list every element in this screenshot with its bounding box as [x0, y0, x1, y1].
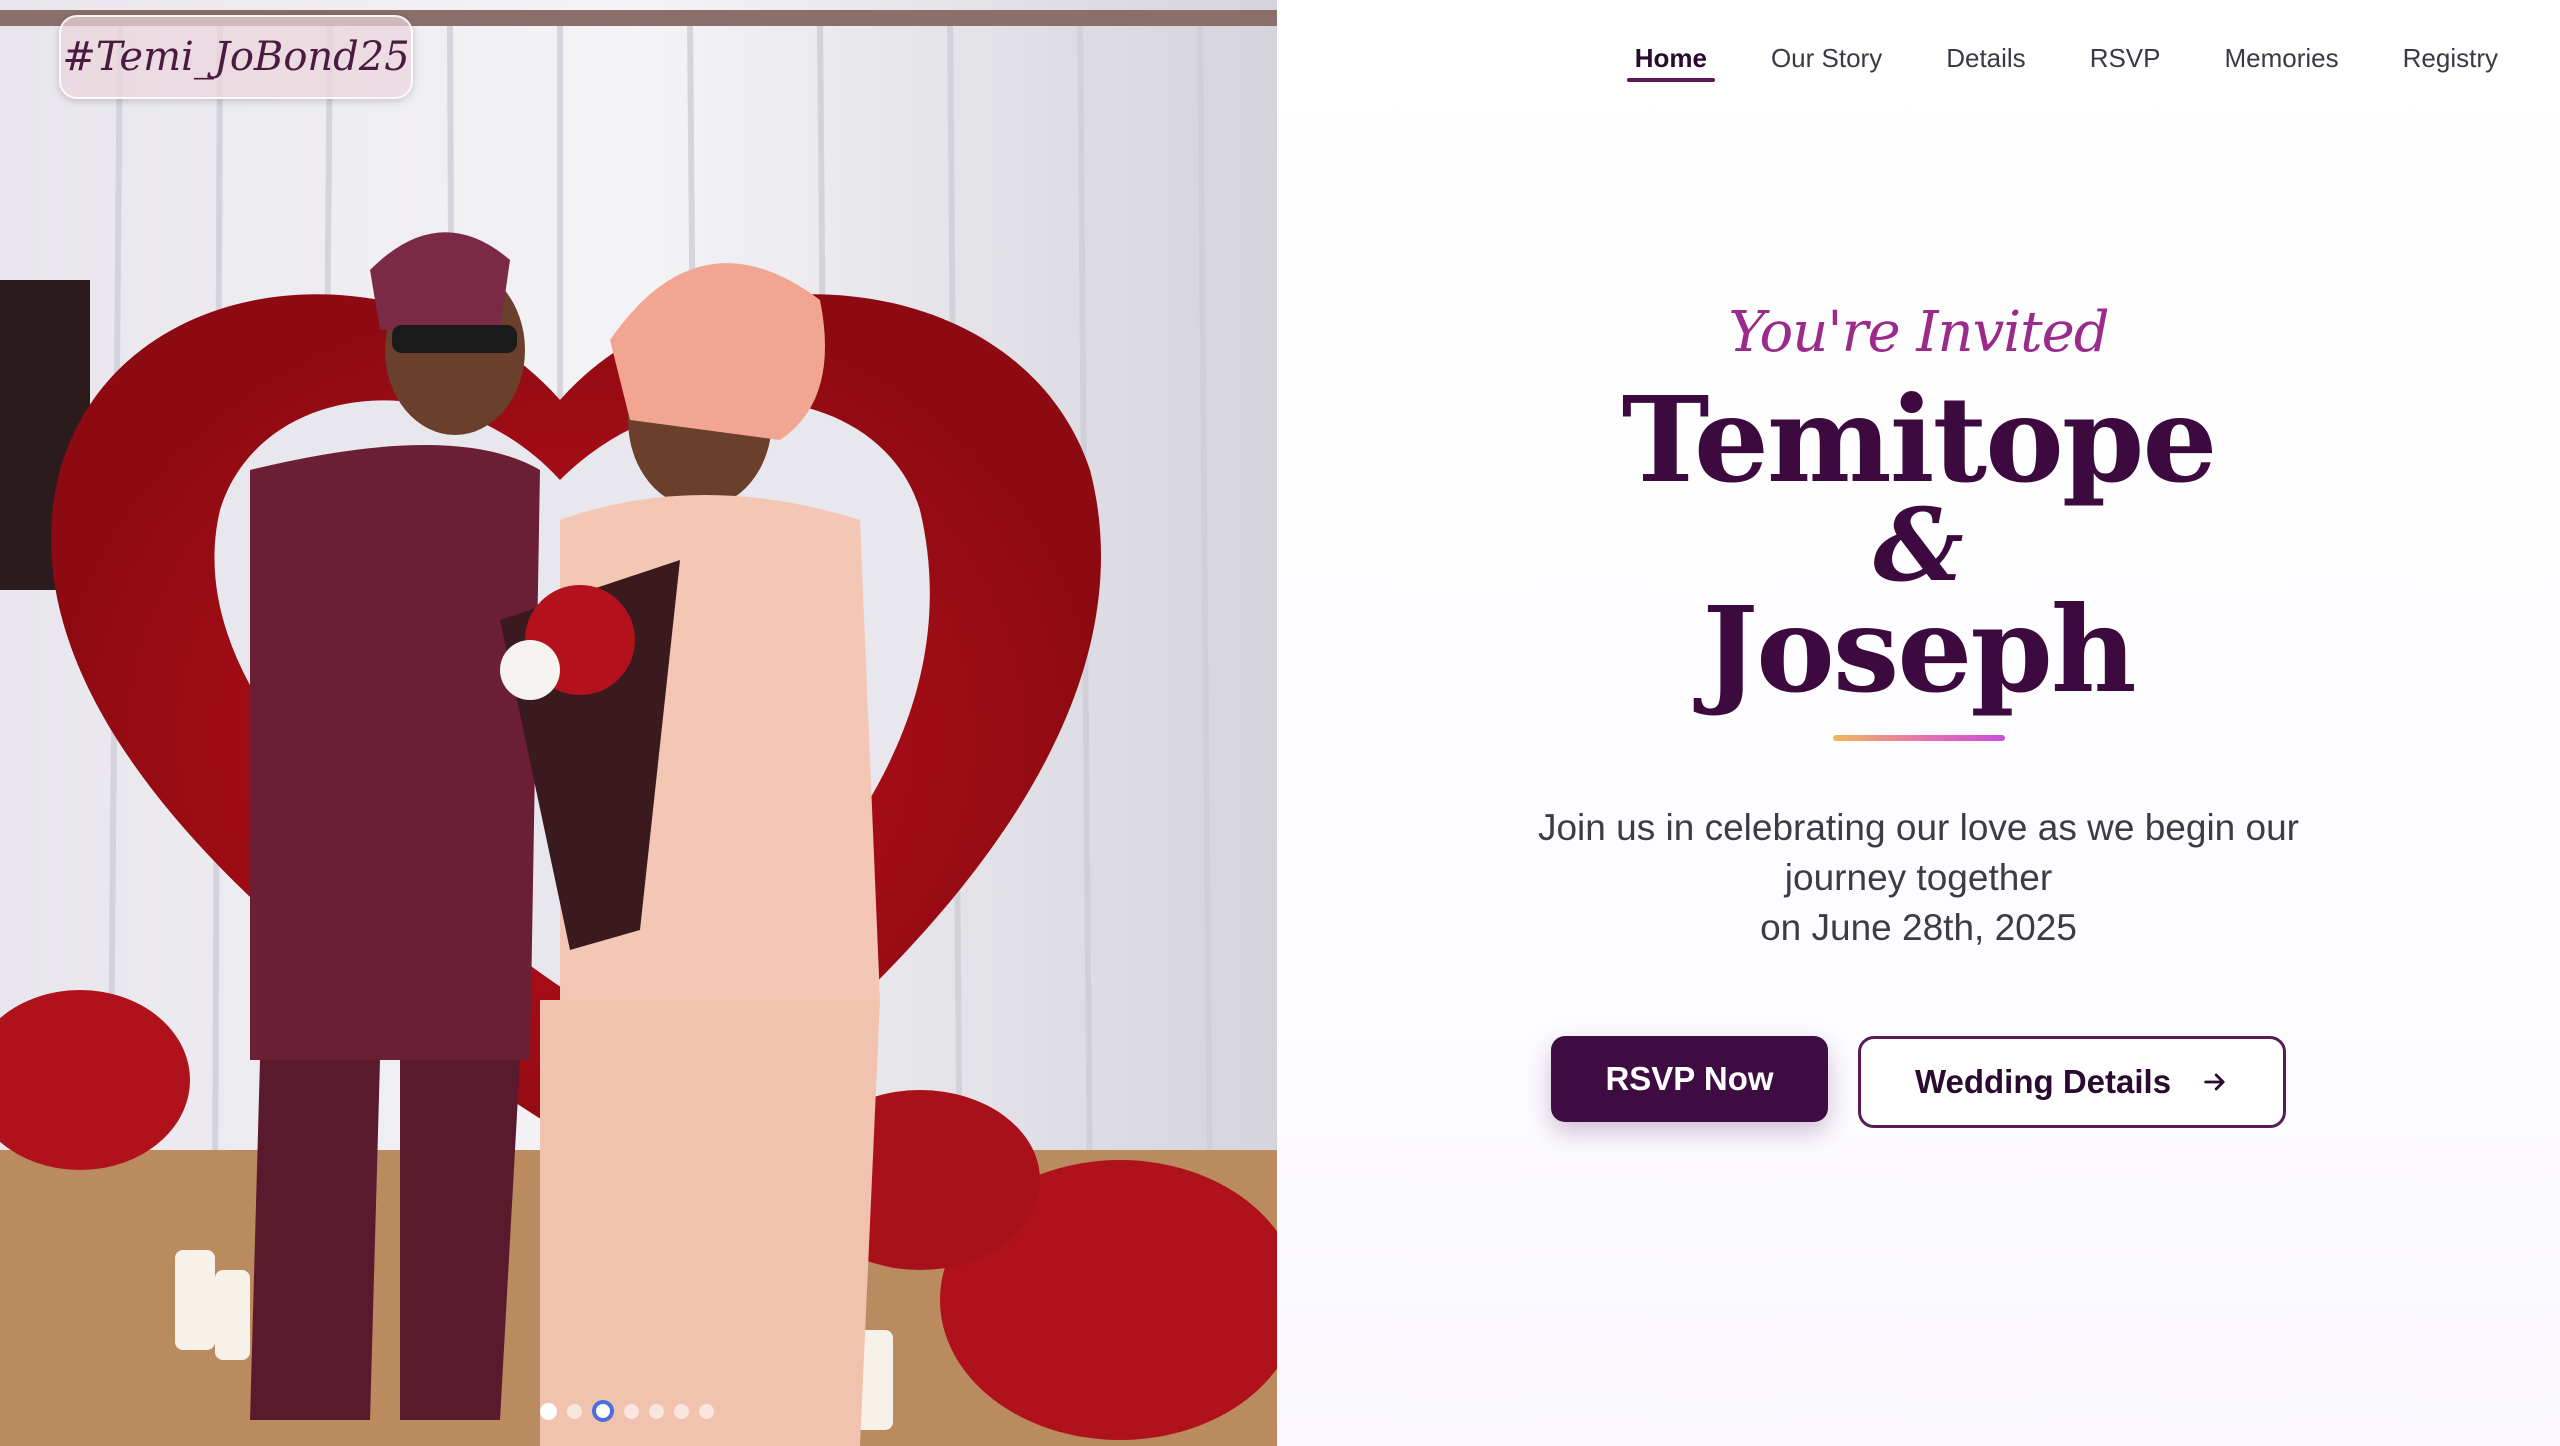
hashtag-badge: #Temi_JoBond25	[59, 15, 413, 99]
partner-one-name: Temitope	[1621, 370, 2218, 509]
invitation-tagline: Join us in celebrating our love as we be…	[1519, 803, 2319, 953]
rsvp-now-button[interactable]: RSVP Now	[1551, 1036, 1828, 1122]
nav-item-our-story[interactable]: Our Story	[1739, 40, 1914, 82]
content-panel: Home Our Story Details RSVP Memories Reg…	[1277, 0, 2560, 1446]
hero-photo: #Temi_JoBond25	[0, 0, 1277, 1446]
tagline-line-1: Join us in celebrating our love as we be…	[1537, 807, 2299, 898]
hero-section: You're Invited Temitope & Joseph Join us…	[1277, 300, 2560, 953]
cta-buttons: RSVP Now Wedding Details	[1277, 1036, 2560, 1128]
partner-two-name: Joseph	[1702, 580, 2136, 719]
nav-item-rsvp[interactable]: RSVP	[2058, 40, 2193, 82]
gradient-divider	[1832, 735, 2005, 741]
carousel-dot-6[interactable]	[674, 1403, 689, 1419]
wedding-details-label: Wedding Details	[1914, 1063, 2172, 1100]
carousel-dot-3[interactable]	[592, 1400, 614, 1422]
nav-item-home[interactable]: Home	[1603, 40, 1739, 82]
couple-photo-illustration	[0, 0, 1277, 1446]
carousel-dot-1[interactable]	[540, 1402, 557, 1420]
invited-heading: You're Invited	[1728, 300, 2109, 365]
carousel-dot-7[interactable]	[699, 1403, 714, 1419]
nav-item-details[interactable]: Details	[1914, 40, 2057, 82]
rsvp-now-label: RSVP Now	[1605, 1060, 1774, 1097]
arrow-right-icon	[2204, 1073, 2225, 1091]
main-nav: Home Our Story Details RSVP Memories Reg…	[1603, 40, 2498, 82]
carousel-dot-2[interactable]	[567, 1403, 582, 1419]
carousel-dots	[540, 1400, 714, 1422]
wedding-details-button[interactable]: Wedding Details	[1858, 1036, 2286, 1128]
nav-item-memories[interactable]: Memories	[2193, 40, 2371, 82]
nav-item-registry[interactable]: Registry	[2371, 40, 2498, 82]
ampersand: &	[1873, 486, 1964, 604]
carousel-dot-4[interactable]	[624, 1403, 639, 1419]
carousel-dot-5[interactable]	[649, 1403, 664, 1419]
tagline-date: on June 28th, 2025	[1760, 907, 2077, 948]
